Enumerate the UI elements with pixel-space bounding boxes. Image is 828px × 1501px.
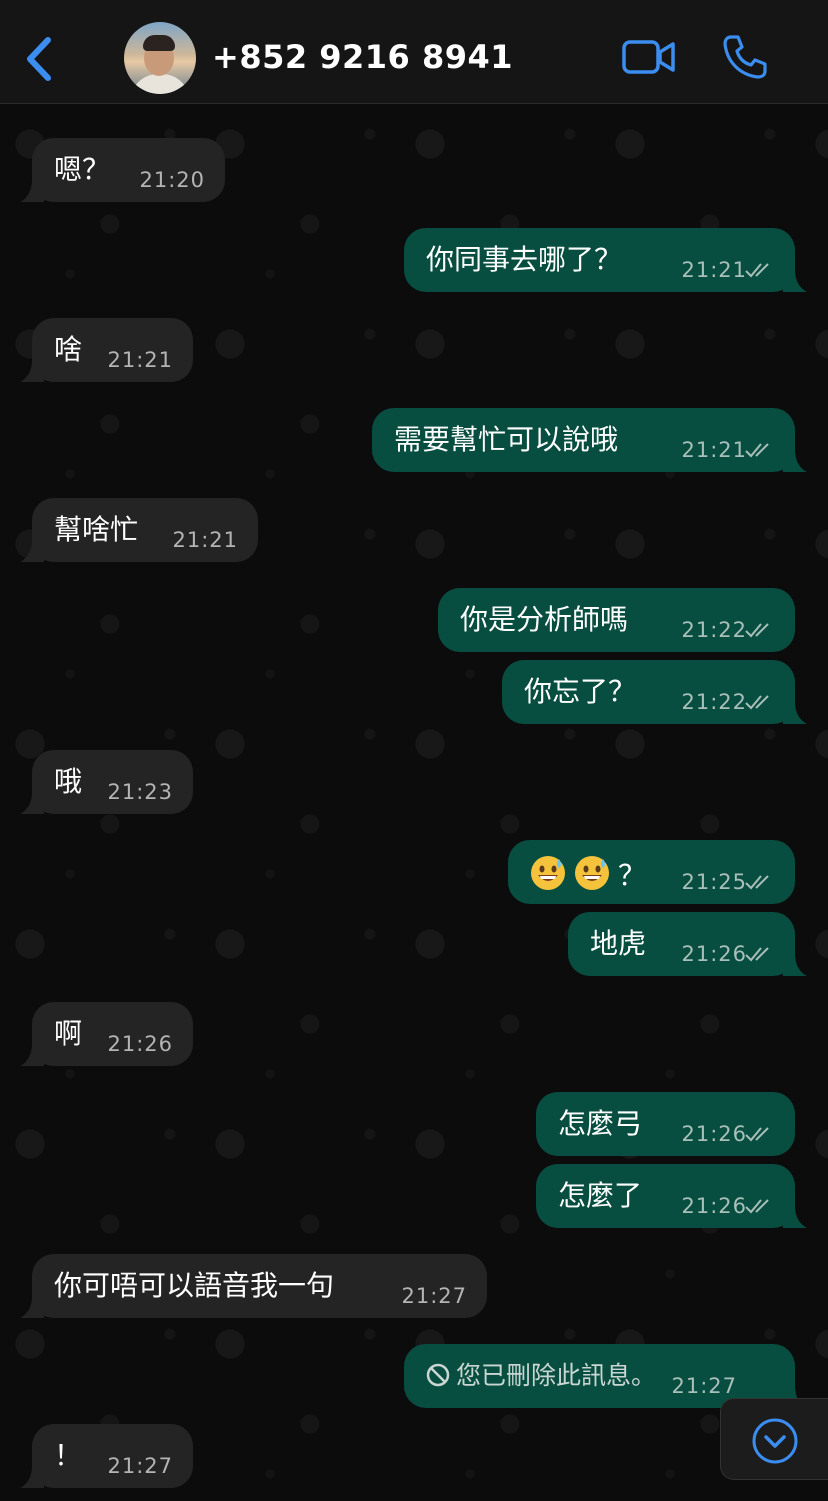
message-incoming[interactable]: 啊 21:26 bbox=[20, 1002, 193, 1066]
chat-header: +852 9216 8941 bbox=[0, 0, 828, 104]
bubble-tail bbox=[20, 792, 44, 814]
read-ticks-icon bbox=[745, 1127, 769, 1142]
read-ticks-icon bbox=[745, 443, 769, 458]
prohibited-icon bbox=[426, 1363, 450, 1387]
message-outgoing[interactable]: 怎麼了 21:26 bbox=[536, 1164, 807, 1228]
deleted-message-text: 您已刪除此訊息。 bbox=[456, 1361, 657, 1390]
bubble-tail bbox=[20, 1466, 44, 1488]
scroll-to-bottom-button[interactable] bbox=[720, 1398, 828, 1480]
bubble-tail bbox=[20, 540, 44, 562]
message-outgoing[interactable]: ？ 21:25 bbox=[508, 840, 795, 904]
message-incoming[interactable]: 幫啥忙 21:21 bbox=[20, 498, 258, 562]
bubble-tail bbox=[783, 954, 807, 976]
message-incoming[interactable]: 啥 21:21 bbox=[20, 318, 193, 382]
bubble-tail bbox=[20, 1296, 44, 1318]
read-ticks-icon bbox=[745, 623, 769, 638]
avatar[interactable] bbox=[124, 22, 196, 94]
read-ticks-icon bbox=[745, 263, 769, 278]
message-incoming[interactable]: 你可唔可以語音我一句 21:27 bbox=[20, 1254, 487, 1318]
read-ticks-icon bbox=[745, 947, 769, 962]
message-outgoing[interactable]: 地虎 21:26 bbox=[568, 912, 807, 976]
bubble-tail bbox=[783, 270, 807, 292]
chevron-down-circle-icon bbox=[752, 1418, 798, 1464]
bubble-tail bbox=[783, 450, 807, 472]
grinning-sweat-emoji bbox=[575, 856, 609, 890]
read-ticks-icon bbox=[745, 875, 769, 890]
grinning-sweat-emoji bbox=[531, 856, 565, 890]
message-outgoing[interactable]: 需要幫忙可以說哦 21:21 bbox=[372, 408, 807, 472]
chevron-left-icon[interactable] bbox=[22, 34, 56, 84]
phone-icon[interactable] bbox=[722, 34, 768, 80]
bubble-tail bbox=[783, 1206, 807, 1228]
message-outgoing[interactable]: 你同事去哪了？ 21:21 bbox=[404, 228, 807, 292]
bubble-tail bbox=[20, 360, 44, 382]
contact-name[interactable]: +852 9216 8941 bbox=[212, 38, 513, 76]
message-outgoing[interactable]: 你忘了？ 21:22 bbox=[502, 660, 807, 724]
message-incoming[interactable]: ！ 21:27 bbox=[20, 1424, 193, 1488]
message-incoming[interactable]: 嗯？ 21:20 bbox=[20, 138, 225, 202]
read-ticks-icon bbox=[745, 695, 769, 710]
video-camera-icon[interactable] bbox=[622, 38, 676, 76]
message-incoming[interactable]: 哦 21:23 bbox=[20, 750, 193, 814]
message-outgoing[interactable]: 怎麼弓 21:26 bbox=[536, 1092, 795, 1156]
message-outgoing[interactable]: 你是分析師嗎 21:22 bbox=[438, 588, 795, 652]
read-ticks-icon bbox=[745, 1199, 769, 1214]
bubble-tail bbox=[783, 702, 807, 724]
message-text: ？ bbox=[618, 859, 647, 892]
bubble-tail bbox=[20, 180, 44, 202]
bubble-tail bbox=[20, 1044, 44, 1066]
